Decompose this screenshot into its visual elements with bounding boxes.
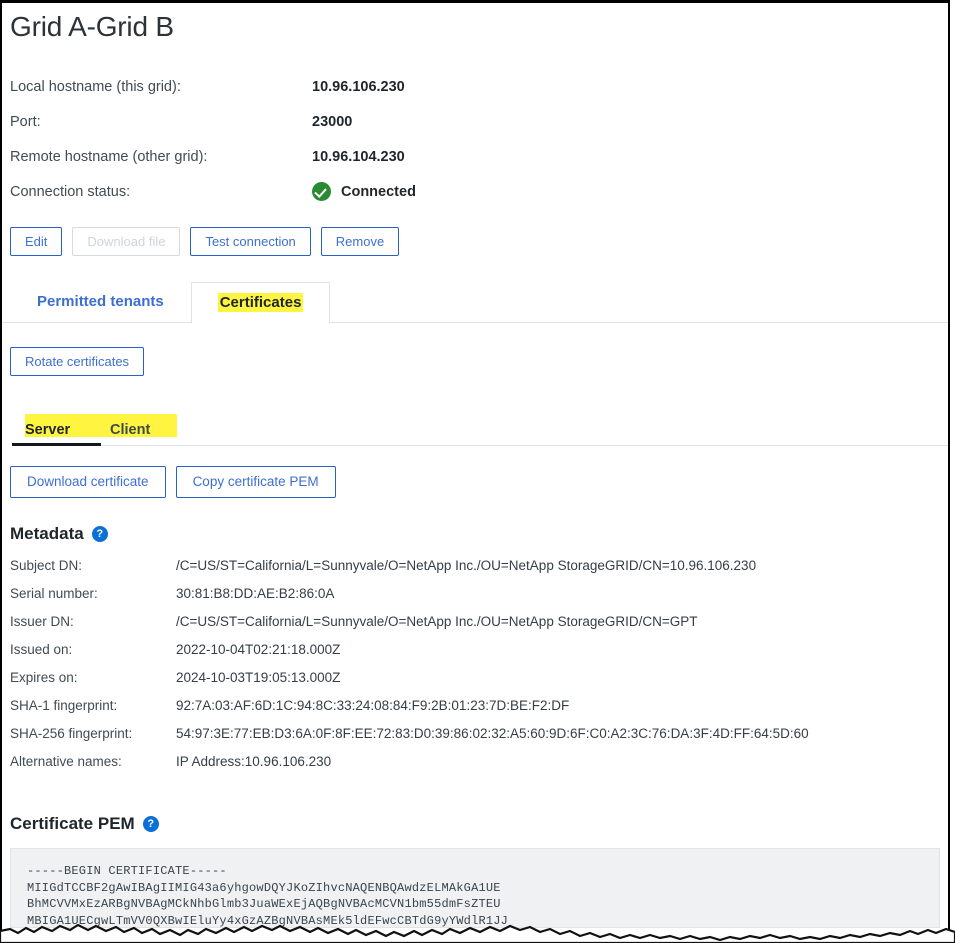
subtab-server[interactable]: Server — [12, 422, 110, 446]
edit-button[interactable]: Edit — [10, 227, 63, 256]
metadata-row-sha1-fingerprint: SHA-1 fingerprint: 92:7A:03:AF:6D:1C:94:… — [10, 698, 948, 726]
certificate-button-row: Download certificate Copy certificate PE… — [10, 466, 948, 498]
summary-label: Remote hostname (other grid): — [10, 148, 208, 165]
metadata-table: Subject DN: /C=US/ST=California/L=Sunnyv… — [10, 558, 948, 782]
summary-value: 23000 — [312, 113, 353, 130]
copy-certificate-pem-button[interactable]: Copy certificate PEM — [175, 466, 336, 498]
summary-row-remote-hostname: Remote hostname (other grid): 10.96.104.… — [10, 139, 948, 174]
metadata-value: IP Address:10.96.106.230 — [176, 754, 332, 769]
page-title: Grid A-Grid B — [10, 11, 174, 42]
download-certificate-button[interactable]: Download certificate — [10, 466, 166, 498]
metadata-row-sha256-fingerprint: SHA-256 fingerprint: 54:97:3E:77:EB:D3:6… — [10, 726, 948, 754]
tab-label: Certificates — [217, 293, 304, 312]
pem-line: MIIGdTCCBF2gAwIBAgIIMIG43a6yhgowDQYJKoZI… — [27, 880, 501, 895]
test-connection-button[interactable]: Test connection — [190, 227, 311, 256]
download-file-button: Download file — [72, 227, 181, 256]
metadata-label: Serial number: — [10, 586, 98, 601]
metadata-heading-text: Metadata — [10, 524, 84, 543]
summary-label: Connection status: — [10, 183, 131, 200]
connection-summary: Local hostname (this grid): 10.96.106.23… — [10, 69, 948, 209]
summary-row-port: Port: 23000 — [10, 104, 948, 139]
action-button-row: Edit Download file Test connection Remov… — [10, 227, 948, 256]
metadata-value: 54:97:3E:77:EB:D3:6A:0F:8F:EE:72:83:D0:3… — [176, 726, 809, 741]
certificate-subtabs: Server Client — [2, 414, 948, 446]
metadata-heading: Metadata ? — [10, 524, 948, 544]
metadata-row-subject-dn: Subject DN: /C=US/ST=California/L=Sunnyv… — [10, 558, 948, 586]
metadata-value: 30:81:B8:DD:AE:B2:86:0A — [176, 586, 335, 601]
certificate-pem-heading: Certificate PEM ? — [10, 814, 948, 834]
metadata-label: SHA-256 fingerprint: — [10, 726, 133, 741]
pem-line: -----BEGIN CERTIFICATE----- — [27, 864, 227, 878]
tab-label: Permitted tenants — [37, 293, 164, 310]
summary-value: 10.96.104.230 — [312, 148, 405, 165]
page-content: Grid A-Grid B Local hostname (this grid)… — [2, 3, 948, 928]
metadata-row-alternative-names: Alternative names: IP Address:10.96.106.… — [10, 754, 948, 782]
metadata-value: 92:7A:03:AF:6D:1C:94:8C:33:24:08:84:F9:2… — [176, 698, 570, 713]
primary-tabs: Permitted tenants Certificates — [2, 278, 948, 324]
tab-permitted-tenants[interactable]: Permitted tenants — [10, 281, 191, 323]
certificate-pem-heading-text: Certificate PEM — [10, 814, 135, 833]
subtab-client[interactable]: Client — [110, 422, 180, 446]
metadata-value: 2024-10-03T19:05:13.000Z — [176, 670, 341, 685]
subtab-label: Client — [110, 422, 151, 438]
rotate-certificates-button[interactable]: Rotate certificates — [10, 347, 145, 376]
help-icon[interactable]: ? — [91, 526, 108, 542]
connection-status-text: Connected — [341, 183, 416, 200]
metadata-label: SHA-1 fingerprint: — [10, 698, 118, 713]
screenshot-frame: Grid A-Grid B Local hostname (this grid)… — [0, 0, 950, 943]
rotate-button-row: Rotate certificates — [10, 347, 948, 376]
metadata-value: /C=US/ST=California/L=Sunnyvale/O=NetApp… — [176, 558, 757, 573]
summary-row-local-hostname: Local hostname (this grid): 10.96.106.23… — [10, 69, 948, 104]
metadata-label: Expires on: — [10, 670, 78, 685]
metadata-row-expires-on: Expires on: 2024-10-03T19:05:13.000Z — [10, 670, 948, 698]
certificate-pem-box[interactable]: -----BEGIN CERTIFICATE----- MIIGdTCCBF2g… — [10, 848, 940, 928]
help-icon[interactable]: ? — [142, 816, 159, 832]
summary-label: Local hostname (this grid): — [10, 78, 181, 95]
check-circle-icon — [312, 182, 331, 201]
metadata-label: Subject DN: — [10, 558, 83, 573]
tab-certificates[interactable]: Certificates — [190, 282, 331, 324]
metadata-label: Issued on: — [10, 642, 73, 657]
metadata-label: Issuer DN: — [10, 614, 74, 629]
metadata-row-issuer-dn: Issuer DN: /C=US/ST=California/L=Sunnyva… — [10, 614, 948, 642]
pem-line: BhMCVVMxEzARBgNVBAgMCkNhbGlmb3JuaWExEjAQ… — [27, 897, 501, 911]
summary-value: 10.96.106.230 — [312, 78, 405, 95]
metadata-row-serial-number: Serial number: 30:81:B8:DD:AE:B2:86:0A — [10, 586, 948, 614]
pem-line: MBIGA1UECgwLTmVV0QXBwIEluYy4xGzAZBgNVBAs… — [27, 913, 509, 928]
metadata-value: /C=US/ST=California/L=Sunnyvale/O=NetApp… — [176, 614, 698, 629]
summary-row-connection-status: Connection status: Connected — [10, 174, 948, 209]
metadata-value: 2022-10-04T02:21:18.000Z — [176, 642, 341, 657]
summary-value-status: Connected — [312, 182, 416, 201]
metadata-row-issued-on: Issued on: 2022-10-04T02:21:18.000Z — [10, 642, 948, 670]
subtab-label: Server — [25, 422, 71, 438]
metadata-label: Alternative names: — [10, 754, 122, 769]
remove-button[interactable]: Remove — [320, 227, 400, 256]
summary-label: Port: — [10, 113, 41, 130]
